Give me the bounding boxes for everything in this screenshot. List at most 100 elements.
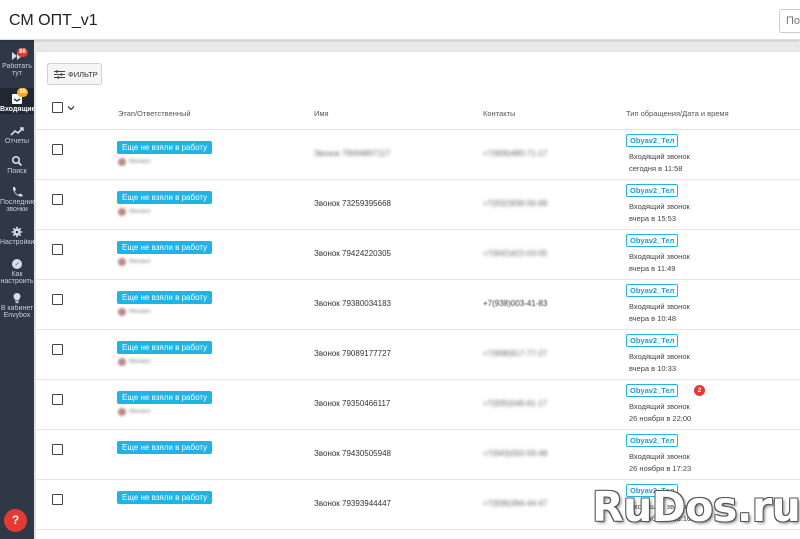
sidebar-item-label: Последние звонки <box>0 199 34 213</box>
call-time: вчера в 15:53 <box>629 214 676 223</box>
avatar <box>118 358 126 366</box>
sidebar-item-recent-calls[interactable]: Последние звонки <box>0 186 34 216</box>
top-bar: СМ ОПТ_v1 <box>0 0 800 40</box>
lead-name[interactable]: Звонок 79350466117 <box>314 399 390 408</box>
sidebar-badge: 86 <box>17 48 28 57</box>
stage-badge[interactable]: Еще не взяли в работу <box>117 291 213 304</box>
table-row[interactable]: Еще не взяли в работу Михаил Звонок 794242… <box>36 230 800 280</box>
contact-phone[interactable]: +7(932)939-56-68 <box>483 199 547 208</box>
column-header-type[interactable]: Тип обращения/Дата и время <box>626 109 729 118</box>
contact-phone[interactable]: +7(943)050-59-48 <box>483 449 547 458</box>
row-checkbox[interactable] <box>52 294 63 305</box>
row-checkbox[interactable] <box>52 144 63 155</box>
sliders-icon <box>54 69 65 79</box>
contact-phone[interactable]: +7(908)917-77-27 <box>483 349 547 358</box>
stage-badge[interactable]: Еще не взяли в работу <box>117 491 213 504</box>
trending-up-icon <box>10 127 24 136</box>
row-checkbox[interactable] <box>52 394 63 405</box>
responsible-name: Михаил <box>129 359 151 365</box>
responsible-name: Михаил <box>129 159 151 165</box>
contact-phone[interactable]: +7(909)480-71-17 <box>483 149 547 158</box>
responsible-name: Михаил <box>129 309 151 315</box>
sidebar-item-label: В кабинет Envybox <box>0 305 34 319</box>
row-checkbox[interactable] <box>52 244 63 255</box>
contact-phone[interactable]: +7(935)046-61-17 <box>483 399 547 408</box>
table-row[interactable]: Еще не взяли в работу Михаил Звонок 793800… <box>36 280 800 330</box>
call-type: Входящий звонок <box>629 152 690 161</box>
column-header-stage[interactable]: Этап/Ответственный <box>118 109 191 118</box>
call-type: Входящий звонок <box>629 252 690 261</box>
bulb-icon <box>13 293 21 304</box>
lead-name[interactable]: Звонок 73259395668 <box>314 199 391 208</box>
responsible-name: Михаил <box>129 259 151 265</box>
column-header-contacts[interactable]: Контакты <box>483 109 515 118</box>
source-tag: Obyav2_Тел <box>626 184 679 197</box>
select-all-checkbox[interactable] <box>52 102 63 113</box>
gear-icon <box>11 226 23 238</box>
row-checkbox[interactable] <box>52 194 63 205</box>
responsible-name: Михаил <box>129 409 151 415</box>
sidebar-item-how-to-setup[interactable]: Как настроить <box>0 258 34 288</box>
stage-badge[interactable]: Еще не взяли в работу <box>117 141 213 154</box>
lead-name[interactable]: Звонок 79089177727 <box>314 349 391 358</box>
lead-name[interactable]: Звонок 79430505948 <box>314 449 391 458</box>
chevron-down-icon[interactable] <box>67 105 75 111</box>
call-time: вчера в 10:33 <box>629 364 676 373</box>
avatar <box>118 308 126 316</box>
contact-phone[interactable]: +7(938)003-41-83 <box>483 299 547 308</box>
search-input[interactable] <box>779 9 800 33</box>
sidebar-item-envybox-cabinet[interactable]: В кабинет Envybox <box>0 292 34 322</box>
sidebar-item-label: Входящие <box>0 106 34 113</box>
page-title: СМ ОПТ_v1 <box>9 12 98 29</box>
stage-badge[interactable]: Еще не взяли в работу <box>117 441 213 454</box>
lead-name[interactable]: Звонок 79393944447 <box>314 499 391 508</box>
source-tag: Obyav2_Тел <box>626 384 679 397</box>
row-checkbox[interactable] <box>52 444 63 455</box>
row-checkbox[interactable] <box>52 344 63 355</box>
table-row[interactable]: Еще не взяли в работу Михаил Звонок 732593… <box>36 180 800 230</box>
lead-name[interactable]: Звонок 79380034183 <box>314 299 391 308</box>
stage-badge[interactable]: Еще не взяли в работу <box>117 391 213 404</box>
sidebar-item-label: Настройки <box>0 239 34 246</box>
call-type: Входящий звонок <box>629 352 690 361</box>
sidebar-item-work-here[interactable]: 86 Работать тут <box>0 48 34 80</box>
filter-button[interactable]: ФИЛЬТР <box>47 63 102 85</box>
sidebar: 86 Работать тут 38 Входящие Отчеты Поиск… <box>0 40 34 539</box>
sidebar-item-inbox[interactable]: 38 Входящие <box>0 88 34 114</box>
column-header-name[interactable]: Имя <box>314 109 329 118</box>
call-count-badge: 2 <box>694 385 705 396</box>
sidebar-badge: 38 <box>17 88 28 97</box>
table-header: Этап/Ответственный Имя Контакты Тип обра… <box>36 102 800 130</box>
watermark: RuDos.ru <box>592 483 800 531</box>
help-button[interactable]: ? <box>4 509 27 532</box>
table-row[interactable]: Еще не взяли в работу Михаил Звонок 790948… <box>36 130 800 180</box>
table-row[interactable]: Еще не взяли в работу Звонок 79430505948 +… <box>36 430 800 480</box>
sidebar-item-search[interactable]: Поиск <box>0 155 34 177</box>
call-time: сегодня в 11:58 <box>629 164 683 173</box>
lead-name[interactable]: Звонок 79424220305 <box>314 249 391 258</box>
search-icon <box>11 155 23 167</box>
sidebar-item-reports[interactable]: Отчеты <box>0 125 34 147</box>
sidebar-item-settings[interactable]: Настройки <box>0 226 34 248</box>
call-type: Входящий звонок <box>629 202 690 211</box>
lead-name[interactable]: Звонок 79094807117 <box>314 149 390 158</box>
sidebar-item-label: Как настроить <box>0 271 34 285</box>
call-type: Входящий звонок <box>629 302 690 311</box>
stage-badge[interactable]: Еще не взяли в работу <box>117 241 213 254</box>
phone-icon <box>12 187 23 197</box>
row-checkbox[interactable] <box>52 494 63 505</box>
table-row[interactable]: Еще не взяли в работу Михаил Звонок 790891… <box>36 330 800 380</box>
contact-phone[interactable]: +7(942)422-03-05 <box>483 249 547 258</box>
source-tag: Obyav2_Тел <box>626 434 679 447</box>
responsible: Михаил <box>118 208 150 216</box>
responsible: Михаил <box>118 408 150 416</box>
responsible: Михаил <box>118 358 150 366</box>
source-tag: Obyav2_Тел <box>626 334 679 347</box>
table-row[interactable]: Еще не взяли в работу Михаил Звонок 793504… <box>36 380 800 430</box>
responsible: Михаил <box>118 158 150 166</box>
contact-phone[interactable]: +7(939)394-44-47 <box>483 499 547 508</box>
responsible-name: Михаил <box>129 209 151 215</box>
stage-badge[interactable]: Еще не взяли в работу <box>117 341 213 354</box>
stage-badge[interactable]: Еще не взяли в работу <box>117 191 213 204</box>
source-tag: Obyav2_Тел <box>626 134 679 147</box>
